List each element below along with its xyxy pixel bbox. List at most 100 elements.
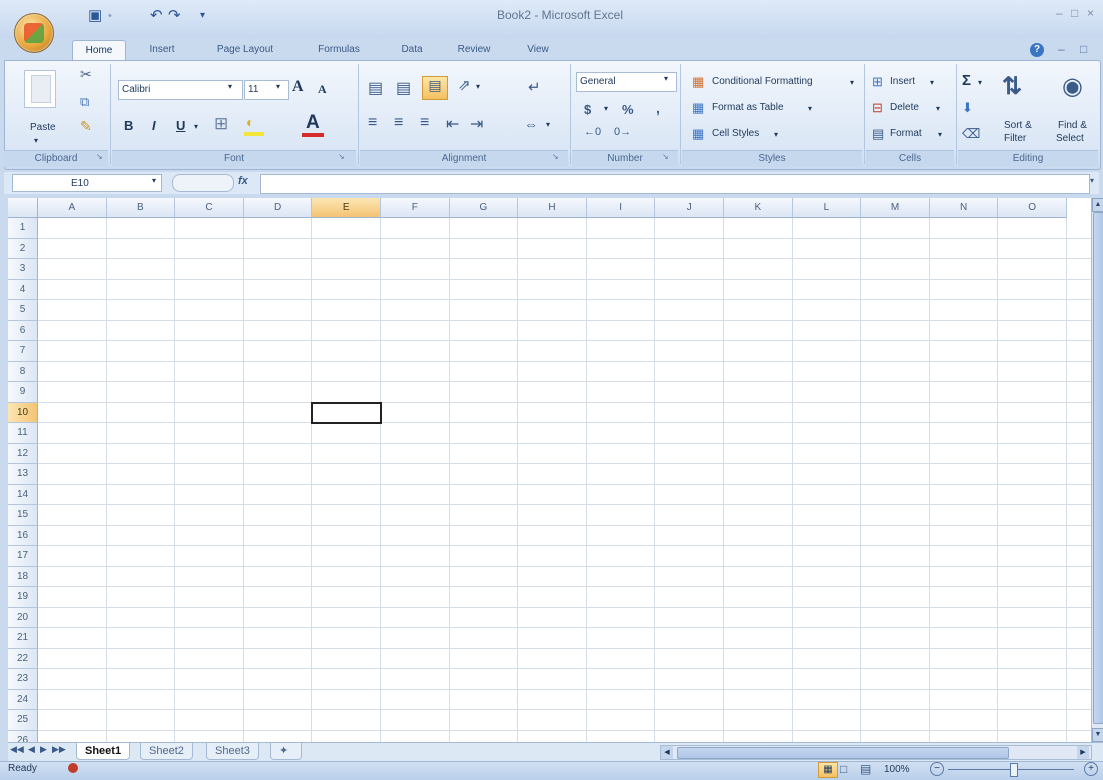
column-header[interactable]: K bbox=[724, 198, 793, 218]
align-top-icon[interactable]: ▤ bbox=[368, 78, 383, 98]
sheet-tab-1[interactable]: Sheet1 bbox=[76, 743, 131, 760]
bold-button[interactable]: B bbox=[124, 118, 133, 133]
vertical-scroll-thumb[interactable] bbox=[1093, 212, 1103, 724]
row-header[interactable]: 21 bbox=[8, 628, 38, 649]
align-left-icon[interactable]: ≡ bbox=[368, 114, 377, 132]
zoom-in-icon[interactable]: + bbox=[1084, 762, 1098, 776]
row-header[interactable]: 18 bbox=[8, 566, 38, 587]
first-sheet-icon[interactable]: ◀◀ bbox=[10, 744, 24, 755]
name-box[interactable]: E10 bbox=[12, 174, 162, 192]
formula-input[interactable] bbox=[260, 174, 1090, 194]
font-launcher-icon[interactable]: ↘ bbox=[338, 152, 345, 161]
format-as-table-dropdown-icon[interactable]: ▾ bbox=[808, 104, 812, 113]
insert-dropdown-icon[interactable]: ▾ bbox=[930, 78, 934, 87]
format-painter-icon[interactable]: ✎ bbox=[80, 118, 92, 135]
font-size-dropdown-icon[interactable]: ▾ bbox=[276, 82, 280, 91]
row-header[interactable]: 20 bbox=[8, 607, 38, 628]
orientation-dropdown-icon[interactable]: ▾ bbox=[476, 82, 480, 91]
scroll-down-icon[interactable]: ▼ bbox=[1092, 728, 1103, 742]
delete-cells-icon[interactable]: ⊟ bbox=[872, 100, 883, 116]
align-middle-icon[interactable]: ▤ bbox=[396, 78, 411, 98]
percent-button[interactable]: % bbox=[622, 102, 634, 117]
page-break-view-icon[interactable]: ▤ bbox=[860, 762, 871, 776]
cell-styles-button[interactable]: Cell Styles bbox=[712, 128, 759, 139]
column-header[interactable]: F bbox=[381, 198, 450, 218]
column-header[interactable]: J bbox=[655, 198, 724, 218]
close-icon[interactable]: × bbox=[1087, 6, 1094, 20]
conditional-formatting-icon[interactable]: ▦ bbox=[692, 74, 704, 90]
tab-insert[interactable]: Insert bbox=[136, 40, 188, 60]
decrease-indent-icon[interactable]: ⇤ bbox=[446, 114, 459, 134]
column-header[interactable]: B bbox=[106, 198, 176, 218]
row-header[interactable]: 23 bbox=[8, 669, 38, 690]
insert-function-button[interactable]: fx bbox=[238, 175, 248, 187]
help-icon[interactable]: ? bbox=[1030, 43, 1044, 57]
underline-dropdown-icon[interactable]: ▾ bbox=[194, 122, 198, 131]
currency-button[interactable]: $ bbox=[584, 102, 591, 117]
number-format-box[interactable]: General bbox=[576, 72, 677, 92]
page-layout-view-icon[interactable]: □ bbox=[840, 762, 847, 776]
font-size-box[interactable]: 11 bbox=[244, 80, 289, 100]
align-bottom-icon[interactable]: ▤ bbox=[422, 76, 448, 100]
merge-dropdown-icon[interactable]: ▾ bbox=[546, 120, 550, 129]
row-header[interactable]: 5 bbox=[8, 300, 38, 321]
redo-icon[interactable]: ↷ bbox=[168, 8, 181, 24]
column-header[interactable]: O bbox=[998, 198, 1067, 218]
alignment-launcher-icon[interactable]: ↘ bbox=[552, 152, 559, 161]
column-header[interactable]: A bbox=[38, 198, 107, 218]
column-header[interactable]: G bbox=[449, 198, 519, 218]
select-all-button[interactable] bbox=[8, 198, 38, 218]
paste-button[interactable]: Paste bbox=[30, 122, 56, 133]
minimize-icon[interactable]: – bbox=[1056, 6, 1063, 20]
restore-icon[interactable]: □ bbox=[1071, 6, 1078, 20]
format-cells-icon[interactable]: ▤ bbox=[872, 126, 884, 142]
cut-icon[interactable]: ✂ bbox=[80, 66, 92, 83]
row-header[interactable]: 22 bbox=[8, 648, 38, 669]
sheet-tab-3[interactable]: Sheet3 bbox=[206, 743, 259, 760]
font-color-icon[interactable]: A bbox=[306, 112, 320, 134]
tab-page-layout[interactable]: Page Layout bbox=[200, 40, 290, 60]
office-button[interactable] bbox=[14, 13, 54, 53]
row-header[interactable]: 15 bbox=[8, 505, 38, 526]
clear-icon[interactable]: ⌫ bbox=[962, 126, 980, 142]
tab-review[interactable]: Review bbox=[446, 40, 502, 60]
row-header[interactable]: 3 bbox=[8, 259, 38, 280]
sort-filter-label-top[interactable]: Sort & bbox=[1004, 120, 1032, 131]
zoom-level[interactable]: 100% bbox=[884, 764, 910, 775]
row-header[interactable]: 9 bbox=[8, 382, 38, 403]
insert-sheet-icon[interactable]: ✦ bbox=[270, 743, 302, 760]
last-sheet-icon[interactable]: ▶▶ bbox=[52, 744, 66, 755]
fill-icon[interactable]: ⬇ bbox=[962, 100, 973, 116]
insert-cells-button[interactable]: Insert bbox=[890, 76, 915, 87]
row-header[interactable]: 14 bbox=[8, 484, 38, 505]
orientation-icon[interactable]: ⇗ bbox=[458, 76, 471, 94]
column-header[interactable]: M bbox=[861, 198, 930, 218]
row-header[interactable]: 17 bbox=[8, 546, 38, 567]
macro-record-icon[interactable] bbox=[68, 763, 78, 773]
wrap-text-icon[interactable]: ↵ bbox=[528, 78, 541, 96]
align-right-icon[interactable]: ≡ bbox=[420, 114, 429, 132]
find-select-label-top[interactable]: Find & bbox=[1058, 120, 1087, 131]
zoom-slider-thumb[interactable] bbox=[1010, 763, 1018, 777]
increase-decimal-icon[interactable]: ←0 bbox=[584, 126, 601, 138]
scroll-up-icon[interactable]: ▲ bbox=[1092, 198, 1103, 212]
save-icon[interactable]: ▣ bbox=[88, 8, 102, 24]
row-header[interactable]: 13 bbox=[8, 464, 38, 485]
normal-view-icon[interactable]: ▦ bbox=[818, 762, 838, 778]
row-header[interactable]: 4 bbox=[8, 279, 38, 300]
currency-dropdown-icon[interactable]: ▾ bbox=[604, 104, 608, 113]
formula-bar-handle[interactable] bbox=[172, 174, 234, 192]
delete-cells-button[interactable]: Delete bbox=[890, 102, 919, 113]
sheet-tab-2[interactable]: Sheet2 bbox=[140, 743, 193, 760]
fill-color-icon[interactable]: ◐ bbox=[246, 114, 254, 130]
tab-view[interactable]: View bbox=[514, 40, 562, 60]
italic-button[interactable]: I bbox=[152, 118, 156, 133]
comma-button[interactable]: , bbox=[656, 100, 660, 116]
paste-dropdown-icon[interactable]: ▾ bbox=[34, 136, 38, 145]
cell-styles-dropdown-icon[interactable]: ▾ bbox=[774, 130, 778, 139]
zoom-out-icon[interactable]: − bbox=[930, 762, 944, 776]
format-dropdown-icon[interactable]: ▾ bbox=[938, 130, 942, 139]
ribbon-restore-icon[interactable]: □ bbox=[1080, 42, 1087, 56]
scroll-right-icon[interactable]: ▶ bbox=[1077, 746, 1089, 759]
row-header[interactable]: 11 bbox=[8, 423, 38, 444]
